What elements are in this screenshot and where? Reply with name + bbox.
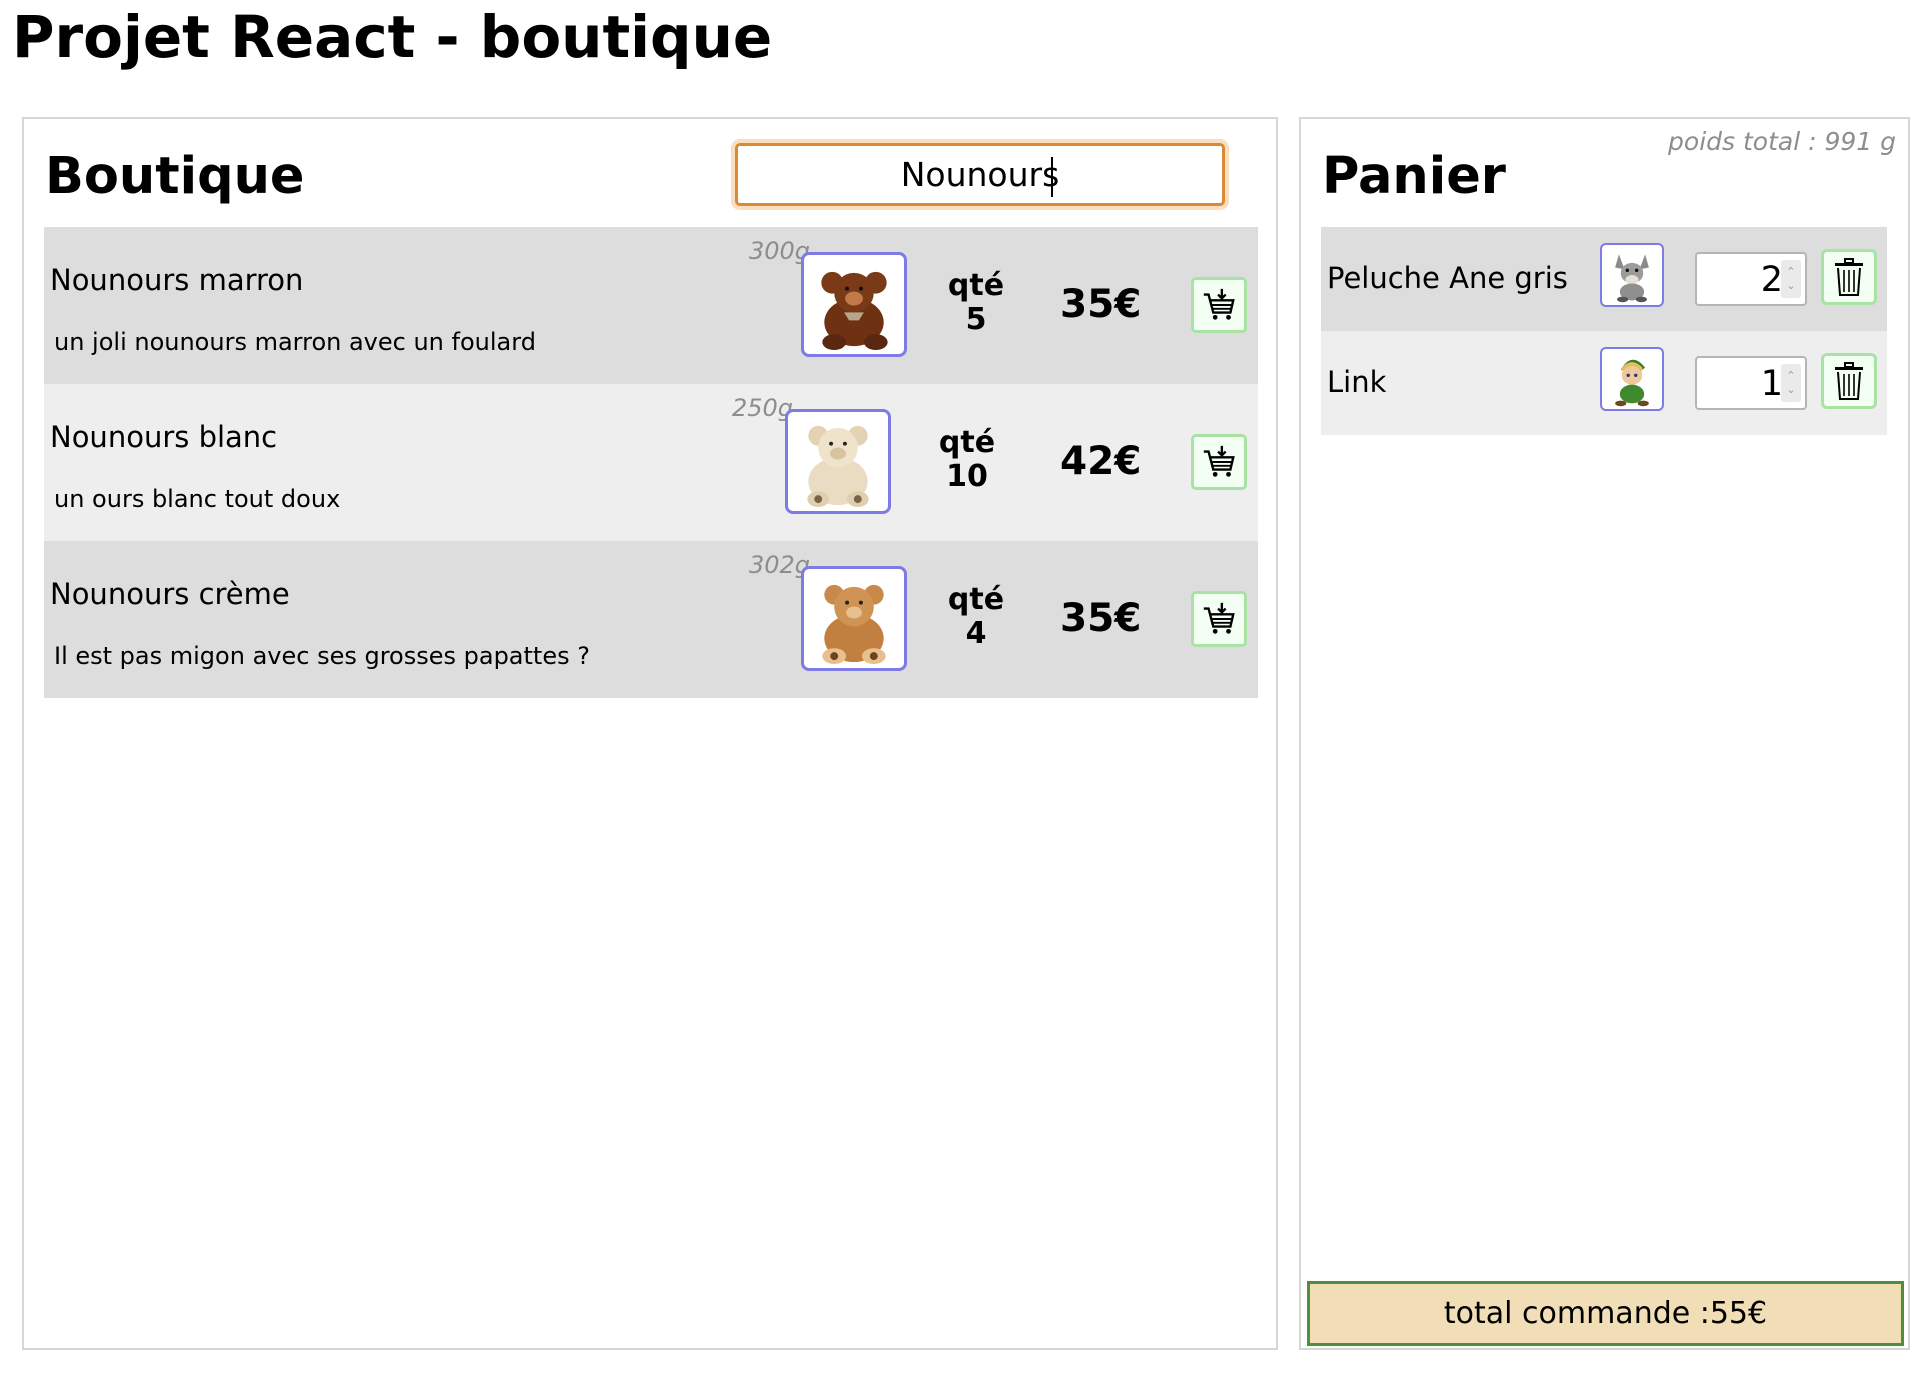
search-input[interactable]	[735, 143, 1225, 206]
order-total: total commande :55€	[1307, 1281, 1904, 1346]
product-row: Nounours blanc un ours blanc tout doux 2…	[44, 384, 1258, 541]
product-list: Nounours marron un joli nounours marron …	[44, 227, 1258, 698]
product-stock: qté 4	[931, 583, 1021, 651]
text-caret	[1051, 157, 1053, 197]
product-row: Nounours marron un joli nounours marron …	[44, 227, 1258, 384]
shop-heading: Boutique	[45, 147, 305, 206]
qty-value: 4	[965, 616, 987, 651]
cart-panel: poids total : 991 g Panier Peluche Ane g…	[1299, 117, 1910, 1350]
product-price: 35€	[1060, 596, 1142, 641]
qty-label: qté	[947, 582, 1005, 617]
shop-panel: Boutique Nounours marron un joli nounour…	[22, 117, 1278, 1350]
cream-teddy-bear-image[interactable]	[801, 566, 907, 671]
product-description: un joli nounours marron avec un foulard	[54, 328, 536, 356]
cart-list: Peluche Ane gris 2 ⌃ ⌄ Link 1 ⌃ ⌄	[1321, 227, 1887, 435]
add-to-cart-button[interactable]	[1191, 434, 1247, 490]
trash-icon	[1835, 258, 1863, 296]
white-teddy-bear-image[interactable]	[785, 409, 891, 514]
add-to-cart-button[interactable]	[1191, 277, 1247, 333]
cart-add-icon	[1203, 288, 1235, 320]
quantity-value: 1	[1760, 364, 1783, 404]
product-price: 35€	[1060, 282, 1142, 327]
qty-value: 10	[946, 459, 988, 494]
qty-label: qté	[938, 425, 996, 460]
brown-teddy-bear-image[interactable]	[801, 252, 907, 357]
qty-value: 5	[965, 302, 987, 337]
link-plush-image[interactable]	[1600, 347, 1664, 411]
cart-item: Link 1 ⌃ ⌄	[1321, 331, 1887, 435]
delete-item-button[interactable]	[1821, 249, 1877, 305]
quantity-stepper[interactable]: 1 ⌃ ⌄	[1695, 356, 1807, 410]
cart-item: Peluche Ane gris 2 ⌃ ⌄	[1321, 227, 1887, 331]
spinner-arrows-icon[interactable]: ⌃ ⌄	[1781, 260, 1801, 298]
delete-item-button[interactable]	[1821, 353, 1877, 409]
trash-icon	[1835, 362, 1863, 400]
cart-add-icon	[1203, 445, 1235, 477]
cart-item-name: Link	[1327, 365, 1387, 399]
quantity-value: 2	[1760, 260, 1783, 300]
product-weight: 250g	[732, 394, 794, 422]
product-description: un ours blanc tout doux	[54, 485, 341, 513]
product-stock: qté 5	[931, 269, 1021, 337]
grey-donkey-plush-image[interactable]	[1600, 243, 1664, 307]
product-name: Nounours crème	[50, 577, 290, 611]
spinner-arrows-icon[interactable]: ⌃ ⌄	[1781, 364, 1801, 402]
product-row: Nounours crème Il est pas migon avec ses…	[44, 541, 1258, 698]
cart-heading: Panier	[1322, 147, 1506, 206]
cart-item-name: Peluche Ane gris	[1327, 261, 1568, 295]
product-stock: qté 10	[922, 426, 1012, 494]
product-description: Il est pas migon avec ses grosses papatt…	[54, 642, 590, 670]
total-weight: poids total : 991 g	[1668, 127, 1896, 156]
product-name: Nounours blanc	[50, 420, 278, 454]
cart-add-icon	[1203, 602, 1235, 634]
page-title: Projet React - boutique	[12, 3, 773, 71]
product-name: Nounours marron	[50, 263, 304, 297]
qty-label: qté	[947, 268, 1005, 303]
product-price: 42€	[1060, 439, 1142, 484]
quantity-stepper[interactable]: 2 ⌃ ⌄	[1695, 252, 1807, 306]
add-to-cart-button[interactable]	[1191, 591, 1247, 647]
